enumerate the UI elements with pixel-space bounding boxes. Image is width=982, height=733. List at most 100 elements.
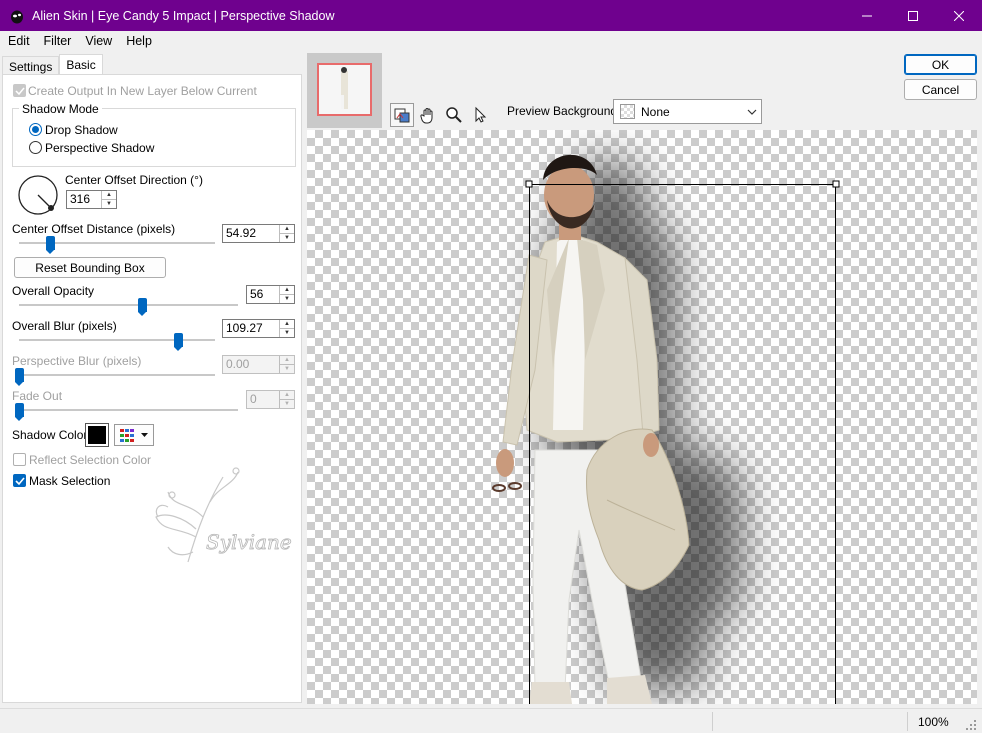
hand-tool-button[interactable] bbox=[416, 103, 440, 127]
spin-down-icon[interactable]: ▼ bbox=[280, 399, 294, 408]
spin-down-icon[interactable]: ▼ bbox=[280, 328, 294, 337]
menu-bar: Edit Filter View Help bbox=[0, 31, 982, 51]
preview-background-select[interactable]: None bbox=[613, 99, 762, 124]
shadow-color-fill bbox=[88, 426, 106, 444]
center-offset-distance-spinner[interactable]: 54.92 ▲ ▼ bbox=[222, 224, 295, 243]
preview-background-label: Preview Background: bbox=[507, 104, 621, 118]
status-bar: 100% bbox=[0, 708, 982, 733]
status-separator bbox=[907, 712, 908, 731]
shadow-color-swatch[interactable] bbox=[85, 423, 109, 447]
spin-up-icon[interactable]: ▲ bbox=[280, 356, 294, 364]
pointer-tool-button[interactable] bbox=[468, 103, 492, 127]
overall-opacity-track[interactable] bbox=[19, 304, 238, 306]
perspective-blur-slider[interactable] bbox=[15, 368, 24, 386]
perspective-blur-spinner[interactable]: 0.00 ▲ ▼ bbox=[222, 355, 295, 374]
status-separator bbox=[712, 712, 713, 731]
navigator-viewport-rect[interactable] bbox=[317, 63, 372, 116]
bounding-box-handle-tr[interactable] bbox=[832, 180, 840, 188]
spin-down-icon[interactable]: ▼ bbox=[102, 199, 116, 208]
center-offset-direction-value[interactable]: 316 bbox=[67, 191, 101, 208]
color-palette-dropdown[interactable] bbox=[114, 424, 154, 446]
preview-toggle-icon bbox=[394, 108, 410, 123]
menu-view[interactable]: View bbox=[78, 34, 119, 48]
fade-out-spinner[interactable]: 0 ▲ ▼ bbox=[246, 390, 295, 409]
tab-basic[interactable]: Basic bbox=[59, 54, 103, 75]
drop-shadow-radio[interactable] bbox=[29, 123, 42, 136]
center-offset-distance-value[interactable]: 54.92 bbox=[223, 225, 279, 242]
color-grid-icon bbox=[120, 428, 134, 442]
preview-image bbox=[492, 154, 840, 704]
overall-opacity-slider[interactable] bbox=[137, 298, 147, 316]
maximize-icon bbox=[908, 10, 918, 21]
magnifier-icon bbox=[446, 107, 462, 123]
minimize-button[interactable] bbox=[844, 0, 890, 31]
checkmark-icon bbox=[15, 477, 25, 486]
preview-toolbar bbox=[390, 103, 492, 129]
drop-shadow-label: Drop Shadow bbox=[45, 123, 118, 137]
menu-edit[interactable]: Edit bbox=[0, 34, 37, 48]
perspective-blur-value[interactable]: 0.00 bbox=[223, 356, 279, 373]
thumbnail-figure bbox=[341, 67, 348, 109]
perspective-blur-label: Perspective Blur (pixels) bbox=[12, 354, 142, 368]
hand-icon bbox=[420, 108, 433, 124]
basic-tab-body: Create Output In New Layer Below Current… bbox=[2, 74, 302, 703]
window-title: Alien Skin | Eye Candy 5 Impact | Perspe… bbox=[32, 8, 335, 23]
tab-settings[interactable]: Settings bbox=[2, 56, 60, 76]
fade-out-label: Fade Out bbox=[12, 389, 63, 403]
close-icon bbox=[954, 10, 964, 21]
spin-up-icon[interactable]: ▲ bbox=[102, 191, 116, 199]
create-output-label: Create Output In New Layer Below Current bbox=[28, 84, 257, 98]
menu-filter[interactable]: Filter bbox=[37, 34, 79, 48]
spin-down-icon[interactable]: ▼ bbox=[280, 364, 294, 373]
center-offset-distance-slider[interactable] bbox=[46, 236, 56, 254]
pan-zoom-tool-button[interactable] bbox=[390, 103, 414, 127]
fade-out-track[interactable] bbox=[19, 409, 238, 411]
settings-panel: Settings Basic Create Output In New Laye… bbox=[0, 52, 302, 703]
reset-bounding-box-button[interactable]: Reset Bounding Box bbox=[14, 257, 166, 278]
reflect-selection-label: Reflect Selection Color bbox=[29, 453, 152, 467]
spin-up-icon[interactable]: ▲ bbox=[280, 286, 294, 294]
zoom-tool-button[interactable] bbox=[442, 103, 466, 127]
arrow-pointer-icon bbox=[475, 106, 487, 123]
center-offset-direction-spinner[interactable]: 316 ▲ ▼ bbox=[66, 190, 117, 209]
zoom-level: 100% bbox=[918, 715, 949, 729]
overall-blur-track[interactable] bbox=[19, 339, 215, 341]
checkmark-icon bbox=[15, 87, 25, 96]
mask-selection-label: Mask Selection bbox=[29, 474, 111, 488]
shadow-color-label: Shadow Color bbox=[12, 428, 88, 442]
spin-up-icon[interactable]: ▲ bbox=[280, 225, 294, 233]
maximize-button[interactable] bbox=[890, 0, 936, 31]
chevron-down-icon bbox=[743, 109, 761, 115]
fade-out-slider[interactable] bbox=[15, 403, 24, 421]
perspective-shadow-label: Perspective Shadow bbox=[45, 141, 155, 155]
create-output-checkbox[interactable] bbox=[13, 84, 26, 97]
close-button[interactable] bbox=[936, 0, 982, 31]
transparent-swatch-icon bbox=[620, 104, 635, 119]
reflect-selection-checkbox[interactable] bbox=[13, 453, 26, 466]
overall-blur-spinner[interactable]: 109.27 ▲ ▼ bbox=[222, 319, 295, 338]
spin-up-icon[interactable]: ▲ bbox=[280, 320, 294, 328]
fade-out-value[interactable]: 0 bbox=[247, 391, 279, 408]
overall-blur-label: Overall Blur (pixels) bbox=[12, 319, 117, 333]
resize-grip-icon[interactable] bbox=[965, 719, 977, 731]
minimize-icon bbox=[862, 15, 872, 16]
cancel-button[interactable]: Cancel bbox=[904, 79, 977, 100]
chevron-down-icon bbox=[141, 433, 148, 437]
overall-opacity-label: Overall Opacity bbox=[12, 284, 95, 298]
perspective-blur-track[interactable] bbox=[19, 374, 215, 376]
overall-blur-value[interactable]: 109.27 bbox=[223, 320, 279, 337]
perspective-shadow-radio[interactable] bbox=[29, 141, 42, 154]
mask-selection-checkbox[interactable] bbox=[13, 474, 26, 487]
overall-blur-slider[interactable] bbox=[173, 333, 183, 351]
overall-opacity-value[interactable]: 56 bbox=[247, 286, 279, 303]
ok-button[interactable]: OK bbox=[904, 54, 977, 75]
spin-down-icon[interactable]: ▼ bbox=[280, 233, 294, 242]
preview-canvas[interactable] bbox=[307, 130, 977, 704]
menu-help[interactable]: Help bbox=[119, 34, 159, 48]
spin-up-icon[interactable]: ▲ bbox=[280, 391, 294, 399]
overall-opacity-spinner[interactable]: 56 ▲ ▼ bbox=[246, 285, 295, 304]
direction-dial[interactable] bbox=[16, 173, 62, 219]
bounding-box-handle-tl[interactable] bbox=[525, 180, 533, 188]
navigator-thumbnail[interactable] bbox=[307, 53, 382, 128]
spin-down-icon[interactable]: ▼ bbox=[280, 294, 294, 303]
